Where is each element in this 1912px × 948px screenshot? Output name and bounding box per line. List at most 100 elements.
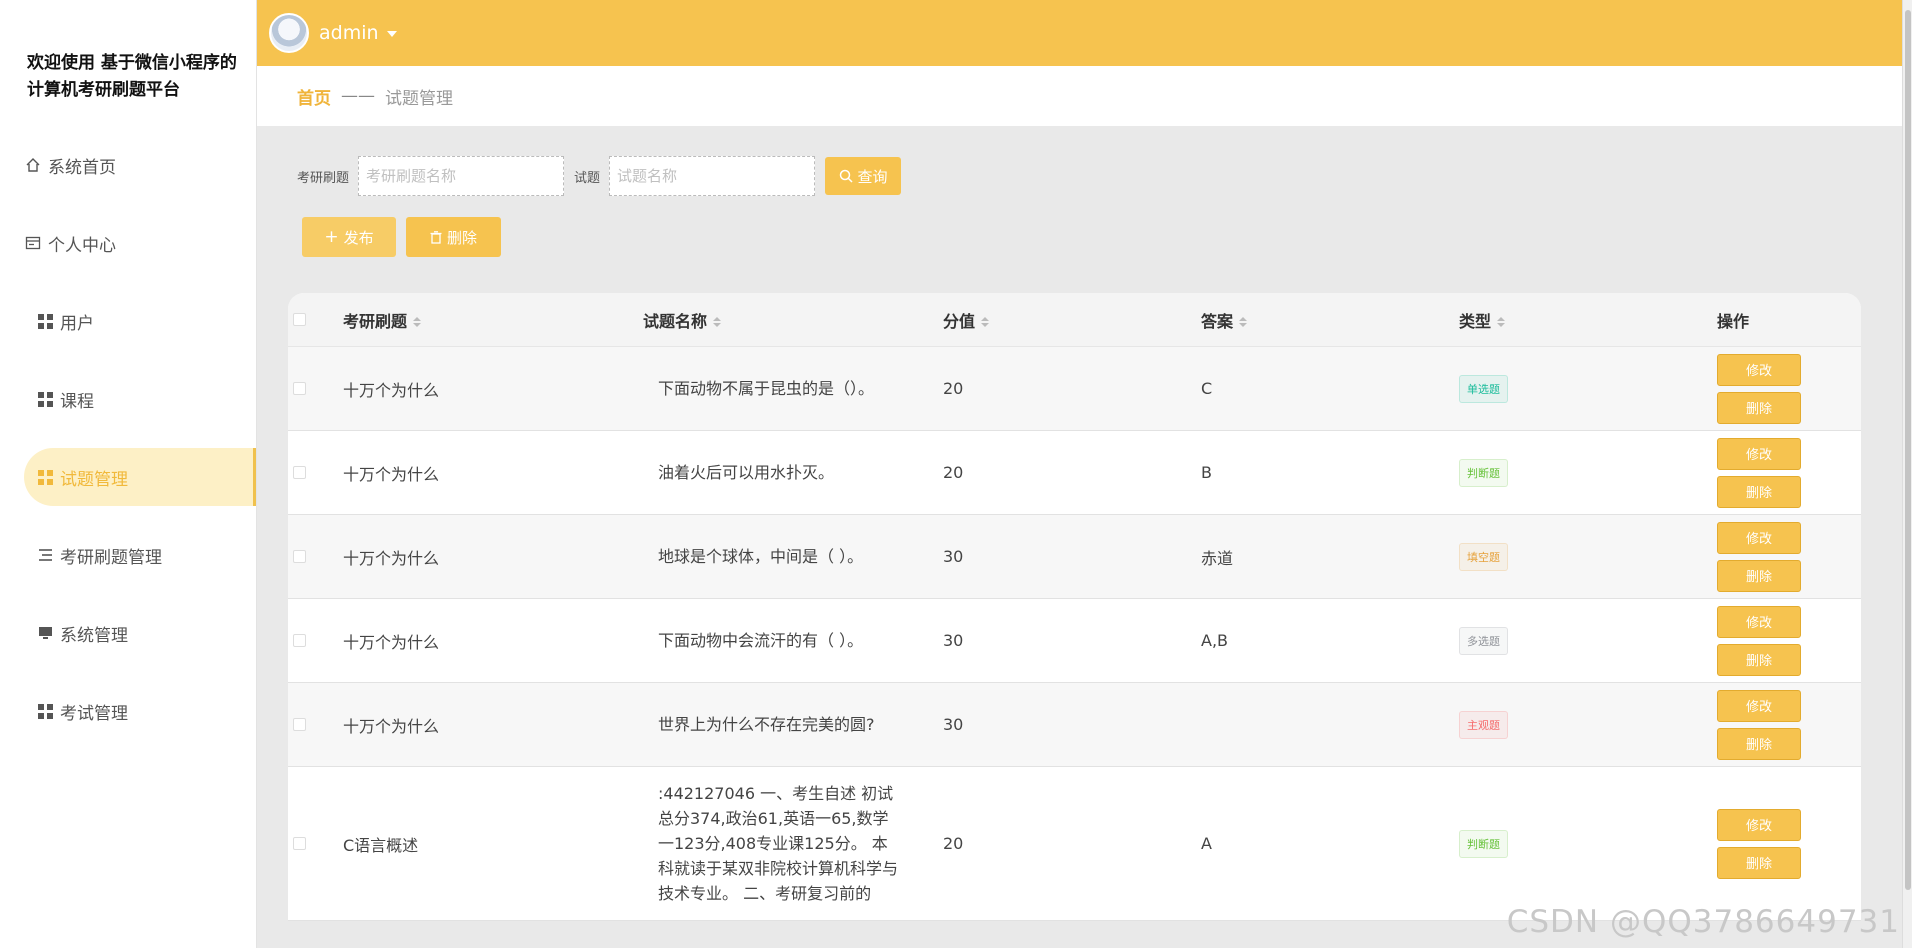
row-delete-button[interactable]: 删除: [1717, 727, 1801, 760]
card-icon: [24, 234, 42, 252]
breadcrumb-current: 试题管理: [385, 88, 453, 109]
sidebar-item-profile[interactable]: 个人中心: [24, 214, 256, 272]
breadcrumb: 首页 —— 试题管理: [257, 66, 1902, 126]
search-icon: [839, 169, 853, 183]
cell-answer: 赤道: [1201, 548, 1234, 568]
home-icon: [24, 156, 42, 174]
sidebar-item-label: 考试管理: [60, 703, 128, 724]
sidebar-item-exam[interactable]: 考试管理: [24, 682, 256, 740]
edit-button[interactable]: 修改: [1717, 605, 1801, 638]
cell-exam: 十万个为什么: [343, 380, 440, 400]
table-row[interactable]: 十万个为什么 地球是个球体，中间是（ ）。 30 赤道 填空题 修改 删除: [288, 515, 1861, 599]
header-type[interactable]: 类型: [1459, 308, 1717, 332]
trash-icon: [430, 230, 442, 244]
edit-button[interactable]: 修改: [1717, 353, 1801, 386]
edit-button[interactable]: 修改: [1717, 437, 1801, 470]
row-checkbox[interactable]: [293, 837, 306, 850]
header-score[interactable]: 分值: [943, 308, 1201, 332]
sidebar-item-label: 考研刷题管理: [60, 547, 162, 568]
row-delete-button[interactable]: 删除: [1717, 391, 1801, 424]
sort-icon[interactable]: [413, 317, 422, 327]
exam-search-label: 考研刷题: [297, 170, 350, 186]
add-button[interactable]: + 发布: [302, 217, 396, 257]
sidebar-item-exam-practice[interactable]: 考研刷题管理: [24, 526, 256, 584]
query-button[interactable]: 查询: [825, 157, 902, 195]
sort-icon[interactable]: [981, 317, 990, 327]
sidebar-item-home[interactable]: 系统首页: [24, 136, 256, 194]
cell-question-name: 下面动物不属于昆虫的是（）。: [658, 379, 875, 398]
cell-score: 20: [943, 379, 964, 398]
cell-exam: 十万个为什么: [343, 632, 440, 652]
cell-exam: 十万个为什么: [343, 716, 440, 736]
table-row[interactable]: C语言概述:442127046 一、考生自述 初试总分374,政治61,英语一6…: [288, 767, 1861, 921]
action-bar: + 发布 删除: [302, 217, 501, 257]
cell-answer: A: [1201, 834, 1212, 853]
row-delete-button[interactable]: 删除: [1717, 643, 1801, 676]
table-row[interactable]: 十万个为什么 下面动物不属于昆虫的是（）。 20 C 单选题 修改 删除: [288, 347, 1861, 431]
cell-answer: B: [1201, 463, 1212, 482]
type-badge: 填空题: [1459, 542, 1508, 571]
top-header: admin: [257, 0, 1902, 66]
row-delete-button[interactable]: 删除: [1717, 559, 1801, 592]
row-checkbox[interactable]: [293, 466, 306, 479]
sidebar-item-label: 系统首页: [48, 157, 116, 178]
cell-score: 20: [943, 463, 964, 482]
row-checkbox[interactable]: [293, 550, 306, 563]
type-badge: 判断题: [1459, 829, 1508, 858]
monitor-icon: [36, 624, 54, 642]
select-all-checkbox[interactable]: [293, 313, 306, 326]
cell-question-name: 下面动物中会流汗的有（ ）。: [658, 631, 864, 650]
table-row[interactable]: 十万个为什么 世界上为什么不存在完美的圆? 30 主观题 修改 删除: [288, 683, 1861, 767]
cell-answer: C: [1201, 379, 1213, 398]
username[interactable]: admin: [319, 22, 379, 44]
edit-button[interactable]: 修改: [1717, 521, 1801, 554]
row-delete-button[interactable]: 删除: [1717, 475, 1801, 508]
cell-score: 30: [943, 715, 964, 734]
sidebar-item-system[interactable]: 系统管理: [24, 604, 256, 662]
header-question-name[interactable]: 试题名称: [643, 308, 943, 332]
cell-question-name: 油着火后可以用水扑灭。: [658, 463, 835, 482]
breadcrumb-separator: ——: [341, 86, 375, 106]
row-delete-button[interactable]: 删除: [1717, 846, 1801, 879]
edit-button[interactable]: 修改: [1717, 808, 1801, 841]
table-row[interactable]: 十万个为什么 下面动物中会流汗的有（ ）。 30 A,B 多选题 修改 删除: [288, 599, 1861, 683]
sort-icon[interactable]: [1239, 317, 1248, 327]
breadcrumb-home[interactable]: 首页: [297, 84, 331, 109]
sidebar-item-user[interactable]: 用户: [24, 292, 256, 350]
cell-question-name: 地球是个球体，中间是（ ）。: [658, 547, 864, 566]
header-answer[interactable]: 答案: [1201, 308, 1459, 332]
sort-icon[interactable]: [1497, 317, 1506, 327]
row-checkbox[interactable]: [293, 382, 306, 395]
add-button-label: 发布: [343, 228, 374, 247]
table-row[interactable]: 十万个为什么 油着火后可以用水扑灭。 20 B 判断题 修改 删除: [288, 431, 1861, 515]
grid-icon: [36, 390, 54, 408]
cell-score: 30: [943, 631, 964, 650]
header-operations: 操作: [1717, 311, 1750, 331]
question-search-input[interactable]: [609, 156, 816, 196]
sidebar-item-course[interactable]: 课程: [24, 370, 256, 428]
delete-button-label: 删除: [446, 228, 477, 247]
header-exam[interactable]: 考研刷题: [343, 308, 643, 332]
question-search-label: 试题: [574, 170, 601, 186]
questions-table: 考研刷题 试题名称 分值 答案 类型 操作 十万个为什么 下面动物不属于昆虫的是（…: [288, 293, 1861, 921]
grid-icon: [36, 312, 54, 330]
type-badge: 多选题: [1459, 626, 1508, 655]
sidebar-item-label: 用户: [60, 313, 94, 334]
edit-button[interactable]: 修改: [1717, 689, 1801, 722]
chevron-down-icon[interactable]: [386, 31, 397, 37]
avatar[interactable]: [269, 13, 309, 53]
cell-exam: C语言概述: [343, 835, 419, 855]
exam-search-input[interactable]: [358, 156, 565, 196]
sort-icon[interactable]: [713, 317, 722, 327]
search-bar: 考研刷题 试题 查询: [297, 156, 902, 196]
cell-score: 20: [943, 834, 964, 853]
sidebar: 欢迎使用 基于微信小程序的计算机考研刷题平台 系统首页 个人中心 用户 课程 试…: [0, 0, 257, 948]
row-checkbox[interactable]: [293, 634, 306, 647]
delete-button[interactable]: 删除: [406, 217, 501, 257]
row-checkbox[interactable]: [293, 718, 306, 731]
scrollbar-thumb[interactable]: [1905, 10, 1911, 890]
scrollbar[interactable]: [1902, 0, 1912, 948]
sidebar-item-label: 个人中心: [48, 235, 116, 256]
sidebar-item-question-manage[interactable]: 试题管理: [24, 448, 256, 506]
sidebar-item-label: 系统管理: [60, 625, 128, 646]
